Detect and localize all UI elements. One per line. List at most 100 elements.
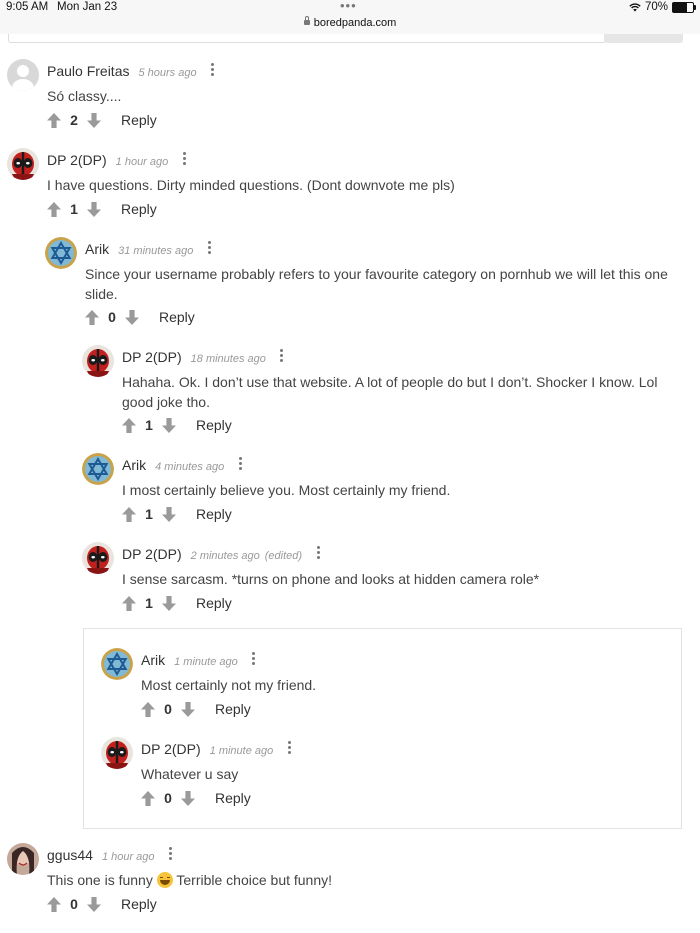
upvote-arrow-icon[interactable] [122, 417, 136, 433]
comment-author[interactable]: Paulo Freitas [47, 63, 129, 79]
comment-text: Since your username probably refers to y… [85, 264, 690, 304]
status-time: 9:05 AM [6, 1, 49, 13]
downvote-arrow-icon[interactable] [162, 595, 176, 611]
upvote-arrow-icon[interactable] [47, 112, 61, 128]
comment-actions: 1 Reply [122, 506, 232, 522]
more-options-icon[interactable] [178, 152, 190, 166]
comment-text-content: I most certainly believe you. Most certa… [122, 482, 451, 498]
comment-actions: 1 Reply [122, 595, 232, 611]
reply-button[interactable]: Reply [159, 309, 195, 325]
comment-actions: 0 Reply [141, 790, 251, 806]
status-bar: 9:05 AM Mon Jan 23 ••• boredpanda.com 70… [0, 0, 700, 34]
comment-actions: 0 Reply [47, 896, 157, 912]
comment-author[interactable]: DP 2(DP) [47, 152, 107, 168]
comment-author[interactable]: Arik [141, 652, 165, 668]
more-options-icon[interactable] [312, 546, 324, 560]
upvote-arrow-icon[interactable] [141, 790, 155, 806]
more-options-icon[interactable] [165, 847, 177, 861]
comment-timestamp: 1 hour ago [115, 156, 169, 168]
comment-timestamp: 1 minute ago [209, 745, 274, 757]
comment-actions: 1 Reply [47, 201, 157, 217]
deadpool-avatar[interactable] [101, 737, 133, 769]
upvote-arrow-icon[interactable] [47, 201, 61, 217]
multitasking-dots-icon[interactable]: ••• [340, 0, 357, 13]
downvote-arrow-icon[interactable] [181, 701, 195, 717]
laughing-emoji [156, 872, 173, 888]
vote-score: 0 [164, 701, 172, 717]
reply-button[interactable]: Reply [121, 896, 157, 912]
comment-text-content: Whatever u say [141, 766, 239, 782]
comment-author[interactable]: DP 2(DP) [122, 349, 182, 365]
upvote-arrow-icon[interactable] [122, 595, 136, 611]
reply-button[interactable]: Reply [121, 112, 157, 128]
star-avatar[interactable] [101, 648, 133, 680]
comment-author[interactable]: Arik [85, 241, 109, 257]
comment-actions: 0 Reply [85, 309, 195, 325]
reply-button[interactable]: Reply [196, 506, 232, 522]
battery-percent: 70% [644, 1, 668, 13]
comment-text: I have questions. Dirty minded questions… [47, 175, 690, 195]
comment-timestamp: 31 minutes ago [118, 245, 194, 257]
comment-author[interactable]: ggus44 [47, 847, 93, 863]
more-options-icon[interactable] [207, 63, 219, 77]
downvote-arrow-icon[interactable] [125, 309, 139, 325]
status-date: Mon Jan 23 [57, 1, 118, 13]
star-avatar[interactable] [82, 453, 114, 485]
post-button[interactable] [604, 34, 683, 43]
comment-text-part: Terrible choice but funny! [176, 872, 333, 888]
address-bar[interactable]: boredpanda.com [0, 16, 700, 29]
comment-text: I most certainly believe you. Most certa… [122, 480, 690, 500]
vote-score: 1 [145, 506, 153, 522]
reply-button[interactable]: Reply [215, 790, 251, 806]
vote-score: 0 [164, 790, 172, 806]
comment-timestamp: 5 hours ago [138, 67, 197, 79]
comment-text-part: This one is funny [47, 872, 153, 888]
star-avatar[interactable] [45, 237, 77, 269]
reply-button[interactable]: Reply [196, 595, 232, 611]
reply-button[interactable]: Reply [196, 417, 232, 433]
comment-author[interactable]: Arik [122, 457, 146, 473]
downvote-arrow-icon[interactable] [162, 417, 176, 433]
vote-score: 1 [145, 417, 153, 433]
downvote-arrow-icon[interactable] [87, 896, 101, 912]
deadpool-avatar[interactable] [82, 542, 114, 574]
edited-label: (edited) [264, 550, 303, 562]
comment-text-content: Since your username probably refers to y… [85, 266, 668, 302]
downvote-arrow-icon[interactable] [181, 790, 195, 806]
reply-button[interactable]: Reply [121, 201, 157, 217]
comment-text: Hahaha. Ok. I don’t use that website. A … [122, 372, 690, 412]
downvote-arrow-icon[interactable] [87, 112, 101, 128]
comment-actions: 1 Reply [122, 417, 232, 433]
comment-text: Whatever u say [141, 764, 670, 784]
comment-text-content: Só classy.... [47, 88, 122, 104]
photo-avatar[interactable] [7, 843, 39, 875]
deadpool-avatar[interactable] [82, 345, 114, 377]
comment-text-content: I sense sarcasm. *turns on phone and loo… [122, 571, 540, 587]
upvote-arrow-icon[interactable] [47, 896, 61, 912]
comment-timestamp: 4 minutes ago [155, 461, 225, 473]
more-options-icon[interactable] [283, 741, 295, 755]
deadpool-avatar[interactable] [7, 148, 39, 180]
wifi-icon [629, 3, 641, 12]
more-options-icon[interactable] [234, 457, 246, 471]
comment-author[interactable]: DP 2(DP) [122, 546, 182, 562]
vote-score: 0 [70, 896, 78, 912]
upvote-arrow-icon[interactable] [85, 309, 99, 325]
comment-input[interactable] [8, 34, 606, 43]
vote-score: 1 [70, 201, 78, 217]
reply-button[interactable]: Reply [215, 701, 251, 717]
downvote-arrow-icon[interactable] [87, 201, 101, 217]
more-options-icon[interactable] [276, 349, 288, 363]
downvote-arrow-icon[interactable] [162, 506, 176, 522]
comment-author[interactable]: DP 2(DP) [141, 741, 201, 757]
more-options-icon[interactable] [248, 652, 260, 666]
default-avatar[interactable] [7, 59, 39, 91]
more-options-icon[interactable] [203, 241, 215, 255]
comment-timestamp: 1 minute ago [174, 656, 238, 668]
comment-text-content: I have questions. Dirty minded questions… [47, 177, 455, 193]
comment-timestamp: 2 minutes ago [190, 550, 260, 562]
upvote-arrow-icon[interactable] [122, 506, 136, 522]
upvote-arrow-icon[interactable] [141, 701, 155, 717]
comment-text-content: Most certainly not my friend. [141, 677, 317, 693]
comment-timestamp: 1 hour ago [101, 851, 155, 863]
